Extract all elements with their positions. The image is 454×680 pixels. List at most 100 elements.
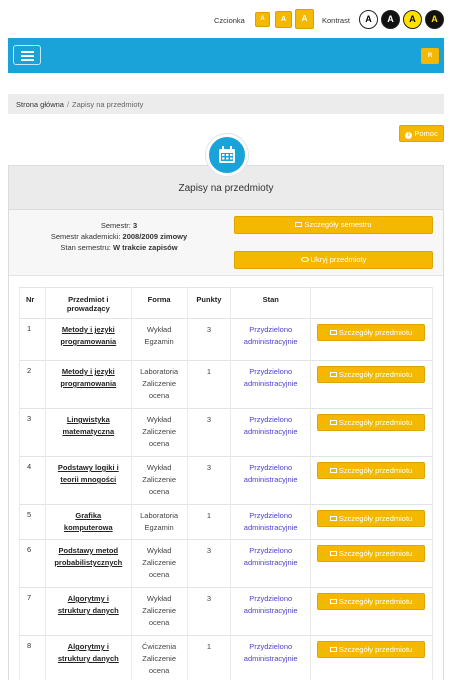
calendar-icon <box>206 134 248 176</box>
row-number: 3 <box>19 408 46 457</box>
top-navbar: R <box>8 38 444 73</box>
subject-link[interactable]: Algorytmy i struktury danych <box>44 635 132 680</box>
subject-points: 3 <box>186 318 232 361</box>
row-actions: Szczegóły przedmiotu <box>310 318 433 361</box>
subject-points: 1 <box>186 635 232 680</box>
table-row: 1 Metody i języki programowania Wykład Egzam… <box>19 318 433 361</box>
table-row: 5 Grafika komputerowa Laboratoria Egzamin 1 Pr… <box>19 504 433 540</box>
list-icon <box>329 599 337 604</box>
subject-details-button[interactable]: Szczegóły przedmiotu <box>317 462 426 479</box>
header-stan: Stan <box>230 287 312 319</box>
subject-details-button[interactable]: Szczegóły przedmiotu <box>317 593 426 610</box>
row-number: 2 <box>19 360 46 409</box>
row-actions: Szczegóły przedmiotu <box>310 360 433 409</box>
font-small-button[interactable]: A <box>255 12 270 27</box>
subject-points: 3 <box>186 456 232 505</box>
subject-link[interactable]: Grafika komputerowa <box>44 504 132 540</box>
hide-subjects-button[interactable]: Ukryj przedmioty <box>234 251 433 269</box>
subject-details-button[interactable]: Szczegóły przedmiotu <box>317 641 426 658</box>
breadcrumb-current: Zapisy na przedmioty <box>72 100 144 109</box>
subject-form: Laboratoria Zaliczenie ocena <box>130 360 188 409</box>
help-label: Pomoc <box>414 129 438 138</box>
row-actions: Szczegóły przedmiotu <box>310 456 433 505</box>
subject-form: Laboratoria Egzamin <box>130 504 188 540</box>
subject-details-button[interactable]: Szczegóły przedmiotu <box>317 545 426 562</box>
subject-link[interactable]: Podstawy logiki i teorii mnogości <box>44 456 132 505</box>
semester-details-button[interactable]: Szczegóły semestru <box>234 216 433 234</box>
list-icon <box>329 551 337 556</box>
row-actions: Szczegóły przedmiotu <box>310 587 433 636</box>
subject-details-button[interactable]: Szczegóły przedmiotu <box>317 414 426 431</box>
table-row: 6 Podstawy metod probabilistycznych Wykład Z… <box>19 539 433 588</box>
subject-details-button[interactable]: Szczegóły przedmiotu <box>317 324 426 341</box>
font-size-label: Czcionka <box>214 16 245 25</box>
contrast-dark-button[interactable]: A <box>381 10 400 29</box>
info-icon: i <box>405 132 413 139</box>
subject-status: Przydzielono administracyjnie <box>230 360 312 409</box>
table-row: 3 Lingwistyka matematyczna Wykład Zaliczenie… <box>19 408 433 457</box>
semester-info: Semestr: 3 Semestr akademicki: 2008/2009… <box>9 210 443 276</box>
academic-semester-line: Semestr akademicki: 2008/2009 zimowy <box>50 232 188 241</box>
help-button[interactable]: i Pomoc <box>399 125 444 142</box>
font-large-button[interactable]: A <box>295 9 314 29</box>
contrast-yellow-button[interactable]: A <box>403 10 422 29</box>
subject-link[interactable]: Metody i języki programowania <box>44 360 132 409</box>
header-subject: Przedmiot i prowadzący <box>44 287 132 319</box>
row-actions: Szczegóły przedmiotu <box>310 408 433 457</box>
subject-points: 3 <box>186 587 232 636</box>
menu-toggle-button[interactable] <box>13 45 41 65</box>
breadcrumb: Strona główna / Zapisy na przedmioty <box>8 94 444 114</box>
subject-points: 3 <box>186 408 232 457</box>
row-actions: Szczegóły przedmiotu <box>310 504 433 540</box>
list-icon <box>329 647 337 652</box>
subject-status: Przydzielono administracyjnie <box>230 539 312 588</box>
list-icon <box>329 372 337 377</box>
subject-form: Wykład Zaliczenie ocena <box>130 587 188 636</box>
subject-status: Przydzielono administracyjnie <box>230 318 312 361</box>
subject-details-button[interactable]: Szczegóły przedmiotu <box>317 510 426 527</box>
enrollment-card: Zapisy na przedmioty Semestr: 3 Semestr … <box>8 134 444 680</box>
subject-points: 1 <box>186 360 232 409</box>
semester-state-line: Stan semestru: W trakcie zapisów <box>60 243 178 252</box>
contrast-black-yellow-button[interactable]: A <box>425 10 444 29</box>
font-medium-button[interactable]: A <box>275 11 292 28</box>
row-number: 6 <box>19 539 46 588</box>
subject-link[interactable]: Algorytmy i struktury danych <box>44 587 132 636</box>
page-title: Zapisy na przedmioty <box>178 183 274 194</box>
semester-line: Semestr: 3 <box>100 221 138 230</box>
subject-status: Przydzielono administracyjnie <box>230 408 312 457</box>
row-number: 4 <box>19 456 46 505</box>
subject-status: Przydzielono administracyjnie <box>230 504 312 540</box>
header-actions <box>310 287 433 319</box>
subject-form: Wykład Egzamin <box>130 318 188 361</box>
subject-link[interactable]: Lingwistyka matematyczna <box>44 408 132 457</box>
row-number: 7 <box>19 587 46 636</box>
subject-status: Przydzielono administracyjnie <box>230 587 312 636</box>
card-icon <box>295 222 303 227</box>
table-row: 8 Algorytmy i struktury danych Ćwiczenia Zal… <box>19 635 433 680</box>
table-row: 4 Podstawy logiki i teorii mnogości Wykład Z… <box>19 456 433 505</box>
breadcrumb-separator: / <box>66 100 70 109</box>
header-nr: Nr <box>19 287 46 319</box>
row-actions: Szczegóły przedmiotu <box>310 635 433 680</box>
subject-link[interactable]: Podstawy metod probabilistycznych <box>44 539 132 588</box>
table-row: 2 Metody i języki programowania Laboratoria… <box>19 360 433 409</box>
eye-icon <box>300 257 309 262</box>
table-header-row: Nr Przedmiot i prowadzący Forma Punkty St… <box>19 287 433 319</box>
header-punkty: Punkty <box>186 287 232 319</box>
subject-link[interactable]: Metody i języki programowania <box>44 318 132 361</box>
list-icon <box>329 330 337 335</box>
subject-form: Wykład Zaliczenie ocena <box>130 456 188 505</box>
list-icon <box>329 420 337 425</box>
contrast-default-button[interactable]: A <box>359 10 378 29</box>
row-number: 8 <box>19 635 46 680</box>
user-menu-button[interactable]: R <box>421 48 439 64</box>
subject-form: Wykład Zaliczenie ocena <box>130 539 188 588</box>
subject-points: 1 <box>186 504 232 540</box>
subject-status: Przydzielono administracyjnie <box>230 635 312 680</box>
list-icon <box>329 468 337 473</box>
breadcrumb-home-link[interactable]: Strona główna <box>16 100 64 109</box>
accessibility-bar: Czcionka A A A Kontrast A A A A <box>0 8 454 32</box>
contrast-label: Kontrast <box>322 16 350 25</box>
subject-details-button[interactable]: Szczegóły przedmiotu <box>317 366 426 383</box>
